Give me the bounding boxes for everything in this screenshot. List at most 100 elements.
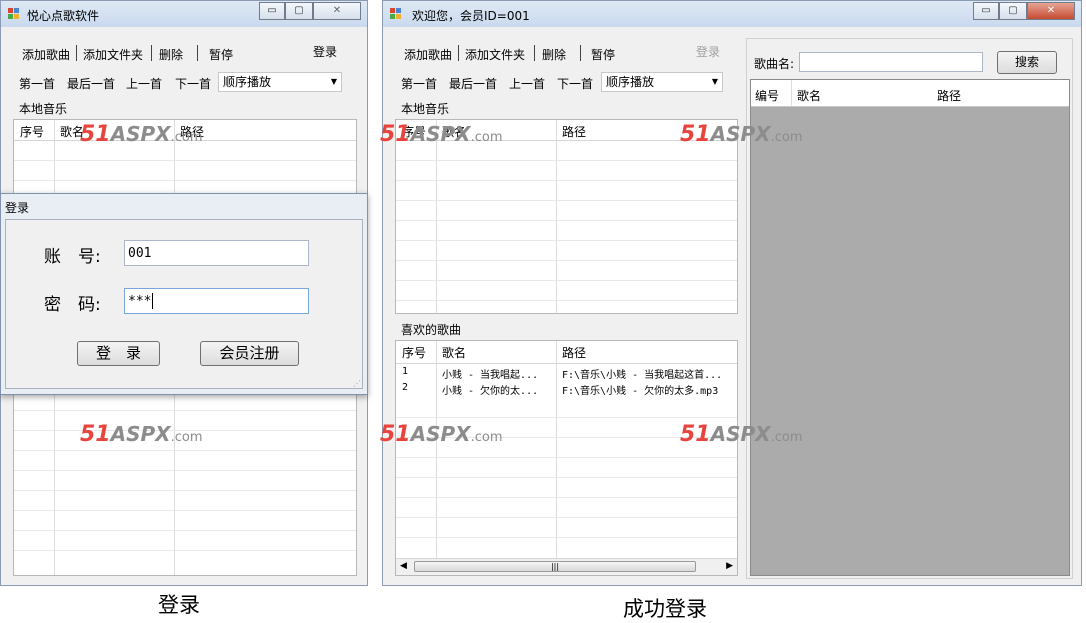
table-row[interactable]: 1 小贱 - 当我唱起... F:\音乐\小贱 - 当我唱起这首... (396, 364, 737, 381)
dialog-title: 登录 (5, 201, 30, 215)
menu-separator (534, 45, 535, 61)
play-mode-select[interactable]: 顺序播放 ▼ (601, 72, 723, 92)
search-results-table[interactable]: 编号 歌名 路径 (750, 79, 1070, 576)
table-row[interactable]: 2 小贱 - 欠你的太... F:\音乐\小贱 - 欠你的太多.mp3 (396, 380, 737, 397)
menu-pause[interactable]: 暂停 (209, 46, 233, 63)
dialog-body: 账 号: 001 密 码: *** 登 录 会员注册 ⋰ (5, 219, 363, 389)
play-mode-value: 顺序播放 (223, 75, 272, 89)
table-header: 序号 歌名 路径 (396, 341, 737, 364)
password-label: 密 码: (44, 295, 101, 315)
grid-line (556, 120, 557, 313)
menu-separator (458, 45, 459, 61)
resize-grip-icon[interactable]: ⋰ (353, 379, 361, 388)
watermark-logo: 51ASPX.com (380, 422, 503, 447)
col-index: 序号 (402, 346, 427, 360)
nav-first[interactable]: 第一首 (401, 75, 437, 92)
grid-line (396, 200, 737, 201)
window-title: 欢迎您，会员ID=001 (412, 9, 530, 23)
grid-line (436, 120, 437, 313)
menu-login-disabled: 登录 (696, 45, 721, 59)
search-panel: 歌曲名: 搜索 编号 歌名 路径 (746, 38, 1073, 579)
menu-delete[interactable]: 删除 (159, 46, 183, 63)
menu-delete[interactable]: 删除 (542, 46, 566, 63)
watermark-num: 51 (380, 422, 411, 447)
grid-line (14, 490, 356, 491)
left-titlebar: 悦心点歌软件 ▭ ▢ ✕ (1, 1, 367, 27)
col-path: 路径 (937, 89, 962, 103)
search-label: 歌曲名: (754, 57, 795, 71)
maximize-button[interactable]: ▢ (999, 2, 1027, 20)
search-input[interactable] (799, 52, 983, 72)
grid-line (14, 180, 356, 181)
nav-last[interactable]: 最后一首 (67, 75, 115, 92)
col-index: 序号 (20, 125, 45, 139)
nav-first[interactable]: 第一首 (19, 75, 55, 92)
app-icon (8, 8, 20, 20)
nav-next[interactable]: 下一首 (175, 75, 211, 92)
grid-line (14, 510, 356, 511)
watermark-suffix: .com (170, 130, 203, 145)
scroll-left-icon[interactable]: ◀ (400, 561, 407, 571)
right-titlebar: 欢迎您，会员ID=001 ▭ ▢ ✕ (383, 1, 1081, 27)
account-label: 账 号: (44, 247, 101, 267)
watermark-brand: ASPX (110, 122, 171, 146)
menu-pause[interactable]: 暂停 (591, 46, 615, 63)
grid-line (396, 497, 737, 498)
menu-add-song[interactable]: 添加歌曲 (404, 46, 452, 63)
play-mode-value: 顺序播放 (606, 75, 655, 89)
local-music-table[interactable]: 序号 歌名 路径 (395, 119, 738, 314)
row-name: 小贱 - 欠你的太... (442, 386, 539, 397)
login-dialog: 登录 账 号: 001 密 码: *** 登 录 会员注册 ⋰ (0, 193, 368, 395)
scroll-right-icon[interactable]: ▶ (726, 561, 733, 571)
watermark-num: 51 (80, 122, 111, 147)
caption-right: 成功登录 (623, 597, 707, 621)
row-path: F:\音乐\小贱 - 欠你的太多.mp3 (562, 386, 719, 397)
watermark-brand: ASPX (710, 122, 771, 146)
close-button[interactable]: ✕ (1027, 2, 1075, 20)
menu-add-folder[interactable]: 添加文件夹 (83, 46, 143, 63)
password-input[interactable]: *** (124, 288, 309, 314)
grid-line (396, 160, 737, 161)
minimize-button[interactable]: ▭ (973, 2, 999, 20)
nav-prev[interactable]: 上一首 (126, 75, 162, 92)
watermark-suffix: .com (770, 430, 803, 445)
grid-line (396, 220, 737, 221)
favorites-table[interactable]: 序号 歌名 路径 1 小贱 - 当我唱起... F:\音乐\小贱 - 当我唱起这… (395, 340, 738, 576)
maximize-button[interactable]: ▢ (285, 2, 313, 20)
app-icon (390, 8, 402, 20)
grid-line (396, 457, 737, 458)
scroll-thumb[interactable]: ||| (414, 561, 696, 572)
favorites-label: 喜欢的歌曲 (401, 323, 462, 337)
col-path: 路径 (562, 125, 587, 139)
grid-line (396, 260, 737, 261)
grid-line (791, 80, 792, 106)
table-header: 编号 歌名 路径 (751, 80, 1069, 107)
watermark-logo: 51ASPX.com (680, 422, 803, 447)
menu-separator (580, 45, 581, 61)
close-button[interactable]: ✕ (313, 2, 361, 20)
right-window: 欢迎您，会员ID=001 ▭ ▢ ✕ 添加歌曲 添加文件夹 删除 暂停 登录 第… (382, 0, 1082, 586)
chevron-down-icon: ▼ (330, 77, 337, 86)
nav-last[interactable]: 最后一首 (449, 75, 497, 92)
menu-add-folder[interactable]: 添加文件夹 (465, 46, 525, 63)
minimize-button[interactable]: ▭ (259, 2, 285, 20)
menu-add-song[interactable]: 添加歌曲 (22, 46, 70, 63)
watermark-brand: ASPX (710, 422, 771, 446)
account-input[interactable]: 001 (124, 240, 309, 266)
nav-next[interactable]: 下一首 (557, 75, 593, 92)
register-button[interactable]: 会员注册 (200, 341, 299, 366)
watermark-suffix: .com (170, 430, 203, 445)
nav-prev[interactable]: 上一首 (509, 75, 545, 92)
menu-login[interactable]: 登录 (313, 43, 337, 60)
search-button[interactable]: 搜索 (997, 51, 1057, 74)
account-value: 001 (128, 246, 152, 261)
col-name: 歌名 (797, 89, 822, 103)
horizontal-scrollbar[interactable]: ◀ ||| ▶ (396, 558, 737, 575)
play-mode-select[interactable]: 顺序播放 ▼ (218, 72, 342, 92)
grid-line (14, 470, 356, 471)
grid-line (14, 450, 356, 451)
login-button[interactable]: 登 录 (77, 341, 160, 366)
grid-line (396, 240, 737, 241)
grid-line (396, 180, 737, 181)
watermark-logo: 51ASPX.com (80, 122, 203, 147)
